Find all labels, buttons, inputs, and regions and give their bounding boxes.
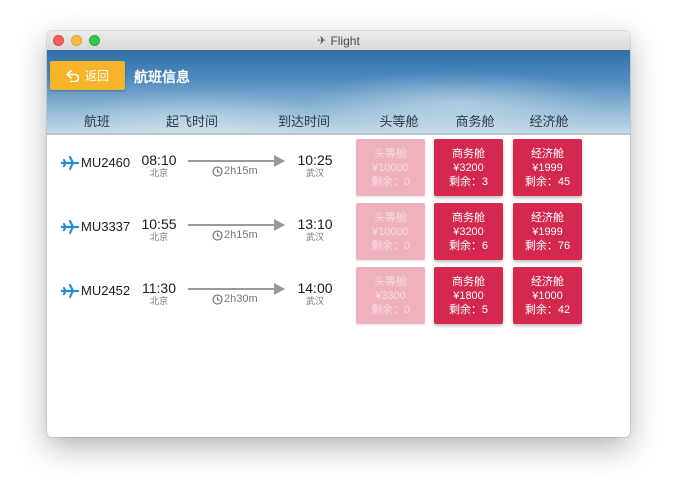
economy-class-button[interactable]: 经济舱 ¥1000 剩余：42 [513,267,582,324]
duration: 2h30m [212,293,258,305]
arrival-city: 武汉 [305,296,325,306]
departure-block: 10:55 北京 [141,216,176,243]
first-class-button: 头等舱 ¥10000 剩余：0 [356,203,425,260]
economy-class-button[interactable]: 经济舱 ¥1999 剩余：45 [513,139,582,196]
flight-number: MU2452 [81,283,131,298]
flight-number-cell: MU2460 [61,155,130,170]
arrival-block: 10:25 武汉 [297,152,332,179]
arrival-time: 10:25 [297,152,333,168]
cabin-remaining: 剩余：3 [448,175,489,188]
departure-time: 10:55 [141,216,177,232]
cabin-remaining: 剩余：42 [524,303,571,316]
departure-city: 北京 [149,296,168,306]
cabin-price: ¥10000 [372,161,409,174]
flight-row: MU3337 10:55 北京 2h15m 13:10 武汉 头等舱 ¥1000… [47,199,630,260]
app-window: ✈ Flight 返回 航班信息 航班 起飞时间 到达时间 头等舱 商务舱 经济… [47,31,630,437]
economy-class-button[interactable]: 经济舱 ¥1999 剩余：76 [513,203,582,260]
arrival-block: 13:10 武汉 [297,216,332,243]
cabin-price: ¥3200 [453,161,484,174]
flight-row: MU2460 08:10 北京 2h15m 10:25 武汉 头等舱 ¥1000… [47,135,630,196]
back-button[interactable]: 返回 [50,61,125,90]
cabin-name: 头等舱 [374,211,407,224]
duration-text: 2h30m [224,293,258,305]
departure-time: 11:30 [142,280,176,296]
duration-text: 2h15m [224,229,258,241]
cabin-price: ¥1999 [532,161,563,174]
duration-text: 2h15m [224,165,258,177]
flight-row: MU2452 11:30 北京 2h30m 14:00 武汉 头等舱 ¥3300… [47,263,630,324]
window-title: Flight [330,33,360,48]
column-header-economy: 经济舱 [529,114,569,129]
window-title-group: ✈ Flight [47,31,630,50]
arrival-city: 武汉 [305,168,325,178]
airplane-icon [61,283,79,298]
cabin-name: 头等舱 [374,147,407,160]
back-button-label: 返回 [84,69,109,83]
title-bar[interactable]: ✈ Flight [47,31,630,51]
column-header-departure: 起飞时间 [165,114,219,129]
departure-time: 08:10 [141,152,177,168]
flight-number: MU2460 [81,155,131,170]
clock-icon [212,293,223,305]
cabin-price: ¥10000 [372,225,409,238]
duration: 2h15m [212,229,258,241]
cabin-remaining: 剩余：5 [448,303,489,316]
clock-icon [212,165,223,177]
cabin-remaining: 剩余：0 [370,239,411,252]
first-class-button: 头等舱 ¥3300 剩余：0 [356,267,425,324]
cabin-remaining: 剩余：0 [370,175,411,188]
cabin-name: 商务舱 [452,211,485,224]
column-header-arrival: 到达时间 [277,114,331,129]
cabin-name: 经济舱 [531,147,564,160]
departure-city: 北京 [149,168,169,178]
business-class-button[interactable]: 商务舱 ¥3200 剩余：3 [434,139,503,196]
departure-block: 11:30 北京 [142,280,176,307]
duration: 2h15m [212,165,258,177]
cabin-name: 经济舱 [531,211,564,224]
flight-number: MU3337 [81,219,131,234]
cabin-name: 头等舱 [374,275,407,288]
route-line [188,224,284,226]
departure-city: 北京 [149,232,169,242]
header-banner: 返回 航班信息 航班 起飞时间 到达时间 头等舱 商务舱 经济舱 [47,50,630,133]
departure-block: 08:10 北京 [141,152,176,179]
cabin-name: 商务舱 [452,147,485,160]
arrival-time: 14:00 [297,280,333,296]
cabin-remaining: 剩余：45 [524,175,571,188]
airplane-icon [61,219,79,234]
cabin-remaining: 剩余：0 [370,303,411,316]
cabin-price: ¥1800 [453,289,484,302]
airplane-icon [61,155,79,170]
back-arrow-icon [66,69,80,82]
clock-icon [212,229,223,241]
route-line [188,288,284,290]
arrival-time: 13:10 [297,216,333,232]
cabin-price: ¥1999 [532,225,563,238]
cabin-name: 商务舱 [452,275,485,288]
cabin-price: ¥3300 [375,289,406,302]
flight-number-cell: MU2452 [61,283,130,298]
route-line [188,160,284,162]
business-class-button[interactable]: 商务舱 ¥1800 剩余：5 [434,267,503,324]
business-class-button[interactable]: 商务舱 ¥3200 剩余：6 [434,203,503,260]
cabin-remaining: 剩余：6 [448,239,489,252]
cabin-name: 经济舱 [531,275,564,288]
column-header-flight: 航班 [83,114,111,129]
first-class-button: 头等舱 ¥10000 剩余：0 [356,139,425,196]
app-plane-icon: ✈ [317,35,327,47]
flight-number-cell: MU3337 [61,219,130,234]
route-arrow-icon [274,155,285,167]
cabin-remaining: 剩余：76 [524,239,571,252]
cabin-price: ¥3200 [453,225,484,238]
column-header-first: 头等舱 [379,114,419,129]
route-arrow-icon [274,283,285,295]
cabin-price: ¥1000 [532,289,563,302]
arrival-city: 武汉 [305,232,325,242]
column-header-business: 商务舱 [455,114,495,129]
arrival-block: 14:00 武汉 [297,280,332,307]
route-arrow-icon [274,219,285,231]
page-title: 航班信息 [134,69,190,85]
